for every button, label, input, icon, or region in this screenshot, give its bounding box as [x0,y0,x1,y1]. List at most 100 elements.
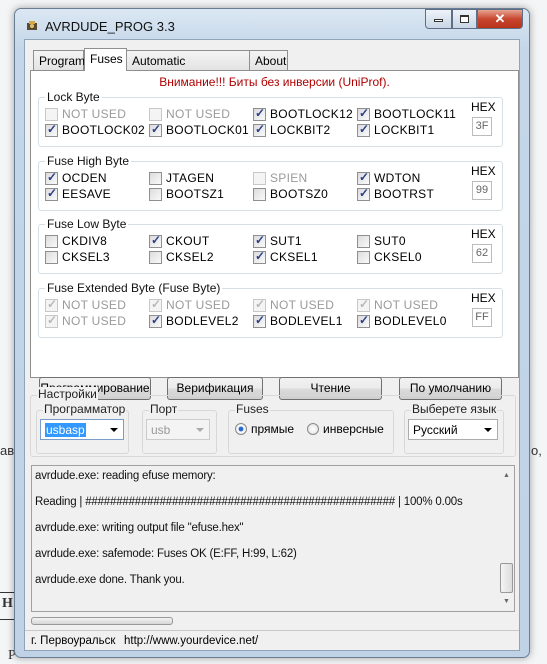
fuse-bit-checkbox: NOT USED [149,107,230,121]
status-bar: г. Первоуральск http://www.yourdevice.ne… [25,630,519,652]
log-line: Reading | ##############################… [35,496,463,508]
checkbox-icon[interactable] [253,187,266,201]
checkbox-icon[interactable] [357,250,370,264]
radio-direct[interactable] [235,423,247,435]
checkbox-icon[interactable] [357,186,370,201]
scroll-down-icon[interactable]: ▼ [503,598,510,605]
status-url[interactable]: http://www.yourdevice.net/ [124,635,258,647]
window-title: AVRDUDE_PROG 3.3 [45,19,175,34]
radio-direct-label[interactable]: прямые [251,422,294,436]
tab-program[interactable]: Program [33,50,85,70]
fuse-bit-checkbox[interactable]: LOCKBIT1 [357,122,434,137]
port-group: Порт usb [142,402,217,454]
port-select[interactable]: usb [146,419,210,440]
log-output[interactable]: avrdude.exe: reading efuse memory: Readin… [31,465,515,612]
checkbox-icon[interactable] [45,250,58,264]
fuse-group: Fuse Low Byte CKDIV8 CKOUT SUT1 SUT0 CKSEL3 CK… [38,217,503,274]
warning-text: Внимание!!! Биты без инверсии (UniProf). [159,75,390,89]
checkbox-icon[interactable] [253,313,266,328]
fuse-bit-label: JTAGEN [166,171,215,185]
checkbox-icon[interactable] [253,249,266,264]
app-icon [27,21,37,30]
tab-about[interactable]: About [249,50,288,70]
checkbox-icon[interactable] [45,170,58,185]
checkbox-icon[interactable] [149,250,162,264]
group-title: Fuse Extended Byte (Fuse Byte) [45,281,223,295]
fuse-bit-checkbox[interactable]: CKSEL1 [253,249,318,264]
checkbox-icon[interactable] [357,170,370,185]
fuse-bit-checkbox[interactable]: BOOTSZ1 [149,187,224,201]
fuse-bit-checkbox[interactable]: CKSEL0 [357,250,422,264]
fuse-bit-checkbox[interactable]: BOOTLOCK12 [253,106,354,121]
checkbox-icon[interactable] [357,313,370,328]
checkbox-icon[interactable] [45,122,58,137]
programmer-label: Программатор [43,402,127,416]
checkbox-icon[interactable] [357,122,370,137]
minimize-button[interactable] [425,9,452,29]
fuse-bit-checkbox[interactable]: BODLEVEL2 [149,313,239,328]
settings-label: Настройки [37,387,98,401]
checkbox-icon[interactable] [357,234,370,248]
log-line: avrdude.exe done. Thank you. [35,574,185,586]
checkbox-icon [253,171,266,185]
checkbox-icon[interactable] [45,234,58,248]
fuse-bit-checkbox[interactable]: BOOTRST [357,186,434,201]
fuse-bit-checkbox[interactable]: LOCKBIT2 [253,122,330,137]
scroll-up-icon[interactable]: ▲ [503,472,510,479]
checkbox-icon[interactable] [149,187,162,201]
checkbox-icon[interactable] [149,171,162,185]
fuse-bit-checkbox[interactable]: OCDEN [45,170,107,185]
group-title: Lock Byte [45,90,102,104]
fuse-group: Fuse High Byte OCDEN JTAGEN SPIEN WDTON EESAV… [38,154,503,211]
checkbox-icon[interactable] [149,122,162,137]
tab-automatic-programming[interactable]: Automatic programming [126,50,250,82]
programmer-select[interactable]: usbasp [40,419,124,440]
fuse-bit-label: CKDIV8 [62,234,108,248]
checkbox-icon [45,297,58,312]
fuse-bit-label: CKSEL2 [166,250,214,264]
log-line: avrdude.exe: safemode: Fuses OK (E:FF, H… [35,548,297,560]
fuse-bit-checkbox: SPIEN [253,171,308,185]
fuse-bit-checkbox[interactable]: SUT1 [253,233,302,248]
fuse-bit-checkbox[interactable]: WDTON [357,170,421,185]
checkbox-icon[interactable] [253,233,266,248]
fuse-bit-checkbox[interactable]: BOOTLOCK11 [357,106,456,121]
fuse-bit-label: NOT USED [62,314,127,328]
language-select[interactable]: Русский [408,419,498,440]
hex-label: HEX [471,164,496,178]
checkbox-icon[interactable] [45,186,58,201]
hex-label: HEX [471,100,496,114]
fuse-bit-checkbox[interactable]: CKOUT [149,233,210,248]
fuse-bit-checkbox[interactable]: SUT0 [357,234,406,248]
scrollbar-thumb[interactable] [500,563,513,593]
radio-inverse-label[interactable]: инверсные [323,422,384,436]
fuse-bit-checkbox: NOT USED [149,297,230,312]
radio-inverse[interactable] [307,423,319,435]
tab-fuses[interactable]: Fuses [84,48,127,71]
fuse-bit-checkbox[interactable]: BOOTLOCK01 [149,122,249,137]
fuse-bit-label: SPIEN [270,171,308,185]
fuse-bit-checkbox[interactable]: BODLEVEL0 [357,313,447,328]
checkbox-icon[interactable] [149,233,162,248]
fuse-bit-checkbox[interactable]: CKSEL2 [149,250,214,264]
vertical-scrollbar[interactable]: ▲ ▼ [499,466,514,611]
fuse-bit-checkbox[interactable]: BOOTSZ0 [253,187,328,201]
checkbox-icon[interactable] [149,313,162,328]
maximize-button[interactable] [452,9,477,29]
horizontal-scrollbar[interactable] [31,617,173,625]
fuse-bit-checkbox[interactable]: BODLEVEL1 [253,313,343,328]
fuse-bit-checkbox[interactable]: BOOTLOCK02 [45,122,145,137]
group-title: Fuse High Byte [45,154,132,168]
fuse-bit-checkbox[interactable]: JTAGEN [149,171,214,185]
checkbox-icon[interactable] [253,106,266,121]
fuse-bit-checkbox[interactable]: CKDIV8 [45,234,107,248]
fuse-bit-label: BOOTLOCK12 [270,107,354,121]
checkbox-icon[interactable] [253,122,266,137]
language-label: Выберете язык [411,402,498,416]
checkbox-icon [45,313,58,328]
checkbox-icon[interactable] [357,106,370,121]
close-button[interactable]: ✕ [477,9,523,29]
fuse-bit-checkbox[interactable]: CKSEL3 [45,250,110,264]
fuse-bit-checkbox[interactable]: EESAVE [45,186,111,201]
fuse-bit-checkbox: NOT USED [357,297,438,312]
